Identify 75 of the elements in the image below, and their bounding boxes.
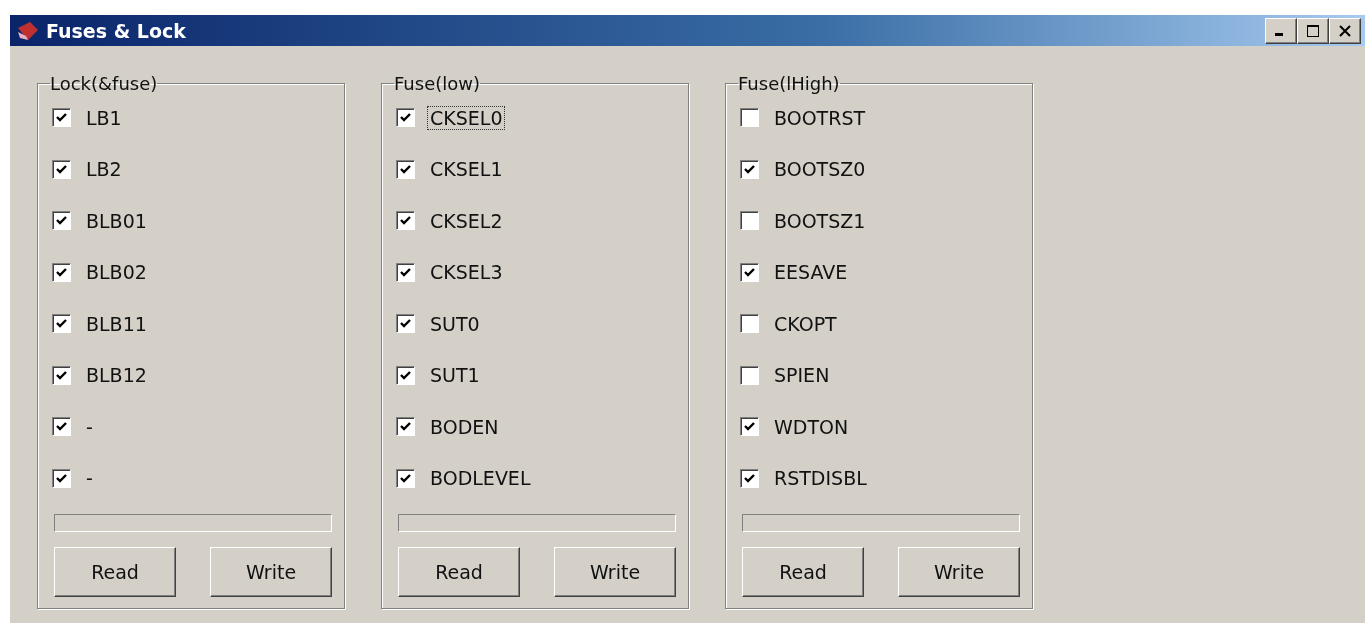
minimize-icon xyxy=(1275,33,1283,36)
checkbox-label[interactable]: LB1 xyxy=(83,105,125,130)
read-button[interactable]: Read xyxy=(742,547,864,597)
checkbox[interactable] xyxy=(740,159,759,179)
checkbox[interactable] xyxy=(740,468,759,488)
checkbox[interactable] xyxy=(740,417,759,437)
checkbox[interactable] xyxy=(396,314,415,334)
app-icon xyxy=(16,19,40,42)
checkbox-label[interactable]: WDTON xyxy=(771,414,852,439)
maximize-button[interactable] xyxy=(1297,17,1329,44)
check-icon xyxy=(55,162,68,176)
check-icon xyxy=(399,368,412,382)
group-title: Fuse(lHigh) xyxy=(738,73,840,94)
checkbox-label[interactable]: SPIEN xyxy=(771,363,833,388)
checkbox-label[interactable]: - xyxy=(83,414,96,439)
checkbox-label[interactable]: BOOTSZ0 xyxy=(771,157,869,182)
window-title: Fuses & Lock xyxy=(46,19,187,42)
checkbox[interactable] xyxy=(52,314,71,334)
checkbox-label[interactable]: BLB12 xyxy=(83,363,150,388)
checkbox[interactable] xyxy=(396,262,415,282)
checkbox[interactable] xyxy=(52,365,71,385)
checkbox-label[interactable]: EESAVE xyxy=(771,260,851,285)
checkbox[interactable] xyxy=(52,108,71,128)
checkbox-label[interactable]: BLB02 xyxy=(83,260,150,285)
check-icon xyxy=(55,265,68,279)
close-button[interactable] xyxy=(1329,17,1361,44)
group-title: Fuse(low) xyxy=(394,73,480,94)
checkbox[interactable] xyxy=(396,417,415,437)
checkbox-label[interactable]: LB2 xyxy=(83,157,125,182)
checkbox[interactable] xyxy=(52,417,71,437)
checkbox[interactable] xyxy=(740,108,759,128)
checkbox-label[interactable]: RSTDISBL xyxy=(771,466,870,491)
checkbox[interactable] xyxy=(396,159,415,179)
check-icon xyxy=(743,265,756,279)
close-icon xyxy=(1337,22,1353,39)
check-icon xyxy=(399,162,412,176)
read-button[interactable]: Read xyxy=(54,547,176,597)
write-button[interactable]: Write xyxy=(898,547,1020,597)
checkbox-label[interactable]: BODLEVEL xyxy=(427,466,534,491)
checkbox-label[interactable]: SUT1 xyxy=(427,363,483,388)
checkbox-label[interactable]: BODEN xyxy=(427,414,502,439)
checkbox-label[interactable]: SUT0 xyxy=(427,311,483,336)
checkbox-label[interactable]: BOOTRST xyxy=(771,105,869,130)
checkbox-label[interactable]: BLB11 xyxy=(83,311,150,336)
checkbox[interactable] xyxy=(740,314,759,334)
checkbox-label[interactable]: CKSEL3 xyxy=(427,260,506,285)
write-button[interactable]: Write xyxy=(210,547,332,597)
minimize-button[interactable] xyxy=(1265,17,1297,44)
group-title: Lock(&fuse) xyxy=(50,73,158,94)
checkbox[interactable] xyxy=(740,262,759,282)
check-icon xyxy=(399,265,412,279)
read-button[interactable]: Read xyxy=(398,547,520,597)
checkbox[interactable] xyxy=(52,159,71,179)
checkbox[interactable] xyxy=(52,468,71,488)
checkbox[interactable] xyxy=(52,211,71,231)
checkbox-label[interactable]: - xyxy=(83,466,96,491)
checkbox[interactable] xyxy=(396,468,415,488)
checkbox[interactable] xyxy=(396,108,415,128)
checkbox-label[interactable]: CKSEL2 xyxy=(427,208,506,233)
check-icon xyxy=(743,162,756,176)
write-button[interactable]: Write xyxy=(554,547,676,597)
checkbox[interactable] xyxy=(396,365,415,385)
check-icon xyxy=(55,471,68,485)
checkbox-label[interactable]: CKSEL0 xyxy=(427,105,506,130)
check-icon xyxy=(743,471,756,485)
checkbox-label[interactable]: CKSEL1 xyxy=(427,157,506,182)
check-icon xyxy=(399,471,412,485)
checkbox-label[interactable]: CKOPT xyxy=(771,311,840,336)
checkbox[interactable] xyxy=(740,365,759,385)
checkbox-label[interactable]: BLB01 xyxy=(83,208,150,233)
checkbox[interactable] xyxy=(396,211,415,231)
check-icon xyxy=(55,368,68,382)
checkbox[interactable] xyxy=(52,262,71,282)
checkbox-label[interactable]: BOOTSZ1 xyxy=(771,208,869,233)
checkbox[interactable] xyxy=(740,211,759,231)
